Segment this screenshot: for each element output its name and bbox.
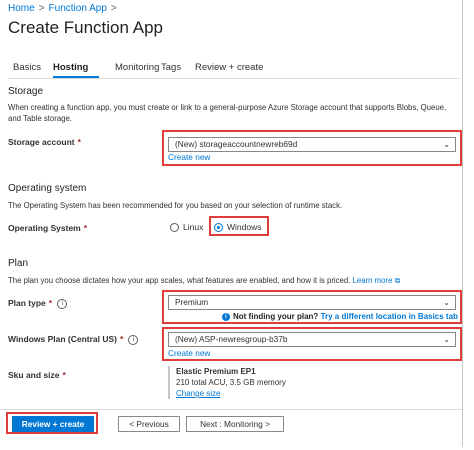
review-create-highlight-box (6, 412, 98, 434)
breadcrumb-separator: > (110, 3, 117, 14)
required-marker: * (48, 298, 53, 308)
windows-plan-label: Windows Plan (Central US) * i (8, 334, 139, 345)
os-label: Operating System * (8, 223, 87, 233)
os-label-text: Operating System (8, 223, 81, 233)
os-linux-label: Linux (183, 222, 204, 232)
breadcrumb: Home > Function App > (8, 3, 121, 14)
plan-type-highlight-box (162, 290, 462, 324)
os-description: The Operating System has been recommende… (8, 201, 343, 210)
breadcrumb-separator: > (38, 3, 45, 14)
change-size-link[interactable]: Change size (176, 388, 376, 399)
storage-highlight-box (162, 130, 462, 166)
sku-detail: 210 total ACU, 3.5 GB memory (176, 378, 286, 387)
tab-review-create[interactable]: Review + create (195, 62, 263, 73)
sku-label: Sku and size * (8, 370, 66, 380)
storage-description: When creating a function app, you must c… (8, 103, 447, 123)
sku-summary: Elastic Premium EP1 210 total ACU, 3.5 G… (168, 366, 376, 399)
windows-highlight-box (209, 216, 269, 236)
plan-type-label-text: Plan type (8, 298, 46, 308)
plan-description: The plan you choose dictates how your ap… (8, 275, 448, 286)
page-title: Create Function App (8, 18, 163, 37)
learn-more-link[interactable]: Learn more (353, 276, 393, 285)
required-marker: * (77, 137, 81, 147)
windows-plan-label-text: Windows Plan (Central US) (8, 334, 118, 344)
sku-name: Elastic Premium EP1 (176, 367, 256, 376)
storage-heading: Storage (8, 86, 44, 97)
sku-label-text: Sku and size (8, 370, 60, 380)
os-heading: Operating system (8, 183, 87, 194)
plan-description-text: The plan you choose dictates how your ap… (8, 276, 351, 285)
required-marker: * (83, 223, 88, 233)
breadcrumb-home[interactable]: Home (8, 3, 35, 14)
tab-hosting[interactable]: Hosting (53, 62, 88, 73)
main-panel: Home > Function App > Create Function App B… (0, 0, 463, 447)
info-icon[interactable]: i (128, 334, 139, 345)
footer-bar: Review + create < Previous Next : Monito… (0, 409, 462, 447)
tab-tags[interactable]: Tags (161, 62, 181, 73)
required-marker: * (62, 370, 66, 380)
tab-monitoring[interactable]: Monitoring (115, 62, 159, 73)
plan-heading: Plan (8, 258, 29, 269)
required-marker: * (120, 334, 124, 344)
windows-plan-highlight-box (162, 327, 462, 361)
plan-type-label: Plan type * i (8, 298, 68, 309)
previous-button[interactable]: < Previous (118, 416, 180, 432)
info-icon[interactable]: i (57, 298, 68, 309)
breadcrumb-function-app[interactable]: Function App (49, 3, 107, 14)
next-monitoring-button[interactable]: Next : Monitoring > (186, 416, 284, 432)
storage-account-label: Storage account * (8, 137, 81, 147)
os-radio-linux[interactable]: Linux (170, 222, 203, 232)
external-link-icon: ⧉ (392, 276, 401, 285)
tab-basics[interactable]: Basics (13, 62, 41, 73)
tabs-divider (8, 78, 460, 79)
radio-off-icon (170, 222, 179, 232)
storage-account-label-text: Storage account (8, 137, 75, 147)
